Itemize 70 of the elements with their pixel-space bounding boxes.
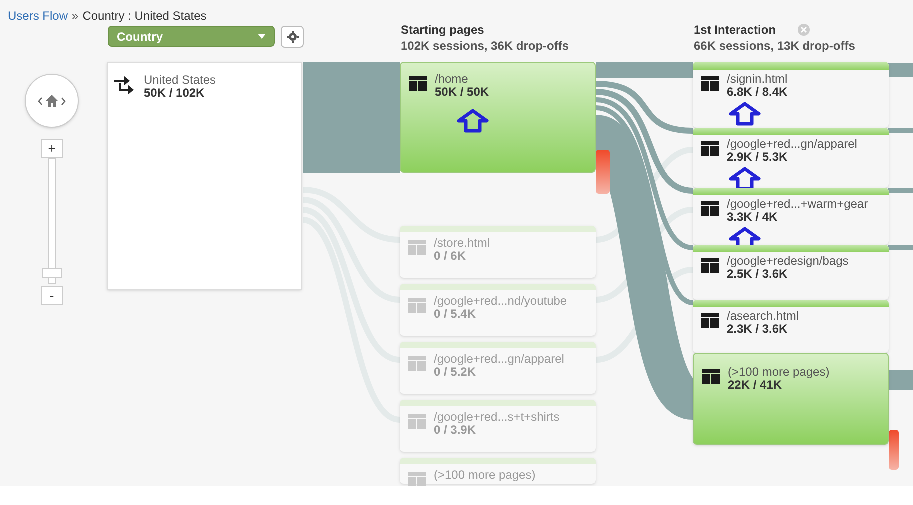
page-icon xyxy=(408,240,426,255)
page-icon xyxy=(408,356,426,371)
page-icon xyxy=(701,141,719,156)
caret-icon xyxy=(258,34,266,39)
breadcrumb-separator: » xyxy=(72,9,79,23)
page-icon xyxy=(408,298,426,313)
page-icon xyxy=(701,76,719,91)
page-counts: 2.3K / 3.6K xyxy=(727,323,789,336)
source-node[interactable]: United States 50K / 102K xyxy=(107,62,302,290)
page-counts: 22K / 41K xyxy=(728,379,784,392)
page-node[interactable]: (>100 more pages) 22K / 41K xyxy=(693,353,889,445)
settings-button[interactable] xyxy=(281,26,304,48)
page-node[interactable]: /home 50K / 50K xyxy=(400,62,596,173)
page-counts: 0 / 6K xyxy=(434,250,468,263)
zoom-in-button[interactable]: + xyxy=(41,139,63,158)
source-counts: 50K / 102K xyxy=(144,87,206,100)
page-icon xyxy=(701,201,719,216)
page-icon xyxy=(408,472,426,486)
flow-band xyxy=(888,246,913,250)
zoom-slider-thumb[interactable] xyxy=(42,268,62,278)
column-summary: 102K sessions, 36K drop-offs xyxy=(401,38,570,54)
home-icon xyxy=(46,95,58,107)
page-label: /google+red...+warm+gear xyxy=(727,198,868,211)
page-counts: 0 / 5.2K xyxy=(434,366,476,379)
page-label: /home xyxy=(435,73,470,86)
page-label: /google+red...gn/apparel xyxy=(727,138,858,151)
page-label: /google+redesign/bags xyxy=(727,255,849,268)
source-label: United States xyxy=(144,74,216,87)
column-summary: 66K sessions, 13K drop-offs xyxy=(694,38,856,54)
page-counts: 6.8K / 8.4K xyxy=(727,86,788,99)
page-counts: 2.9K / 5.3K xyxy=(727,151,788,164)
drop-off-bar xyxy=(889,430,899,470)
drop-off-bar xyxy=(596,150,610,194)
page-counts: 0 / 5.4K xyxy=(434,308,476,321)
page-icon xyxy=(408,414,426,429)
settings-icon xyxy=(286,31,298,43)
page-node[interactable]: /google+red...+warm+gear 3.3K / 4K xyxy=(693,188,889,245)
flow-band xyxy=(888,370,913,390)
page-label: /google+red...s+t+shirts xyxy=(434,411,560,424)
column-title: Starting pages xyxy=(401,22,484,38)
page-node[interactable]: /google+redesign/bags 2.5K / 3.6K xyxy=(693,245,889,300)
flow-band xyxy=(888,188,913,194)
column-title: 1st Interaction xyxy=(694,22,776,38)
page-label: /google+red...gn/apparel xyxy=(434,353,564,366)
page-icon xyxy=(701,313,719,328)
page-icon xyxy=(409,76,427,91)
swap-arrows-icon xyxy=(114,75,136,95)
page-node[interactable]: /signin.html 6.8K / 8.4K xyxy=(693,62,889,128)
page-label: /asearch.html xyxy=(727,310,800,323)
page-label: (>100 more pages) xyxy=(728,366,830,379)
zoom-out-button[interactable]: - xyxy=(41,286,63,305)
page-node[interactable]: /asearch.html 2.3K / 3.6K xyxy=(693,300,889,353)
home-pan-button[interactable] xyxy=(25,74,79,128)
chevron-right-icon xyxy=(61,96,66,106)
page-label: /signin.html xyxy=(727,73,788,86)
page-label: /google+red...nd/youtube xyxy=(434,295,568,308)
page-counts: 50K / 50K xyxy=(435,86,490,99)
page-counts: 0 / 3.9K xyxy=(434,424,476,437)
flow-band xyxy=(888,128,913,134)
chevron-left-icon xyxy=(38,96,43,106)
page-label: /store.html xyxy=(434,237,490,250)
page-counts: 3.3K / 4K xyxy=(727,211,778,224)
breadcrumb-current: Country : United States xyxy=(82,9,207,23)
flow-band xyxy=(888,63,913,77)
page-icon xyxy=(702,369,720,384)
breadcrumb-link[interactable]: Users Flow xyxy=(8,9,68,23)
page-icon xyxy=(701,258,719,273)
page-label: (>100 more pages) xyxy=(434,469,536,482)
page-node[interactable]: /google+red...gn/apparel 2.9K / 5.3K xyxy=(693,128,889,188)
page-counts: 2.5K / 3.6K xyxy=(727,268,788,281)
